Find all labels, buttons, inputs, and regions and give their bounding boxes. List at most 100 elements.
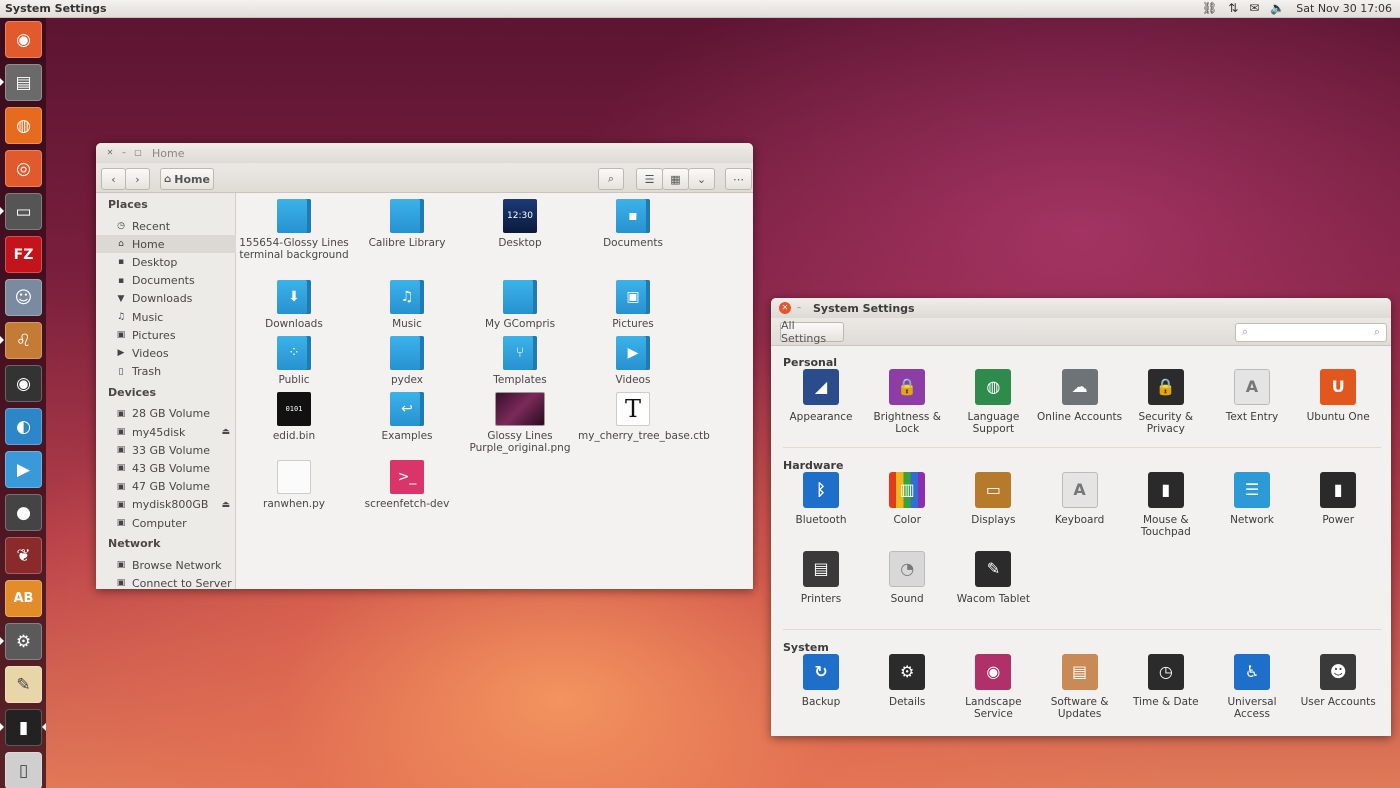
setting-color[interactable]: ▥ Color bbox=[864, 472, 950, 526]
file-item[interactable]: ↩ Examples bbox=[352, 392, 462, 442]
list-view-button[interactable]: ☰ bbox=[636, 168, 663, 190]
setting-keyboard[interactable]: A Keyboard bbox=[1037, 472, 1123, 526]
setting-details[interactable]: ⚙ Details bbox=[864, 654, 950, 708]
setting-appearance[interactable]: ◢ Appearance bbox=[778, 369, 864, 423]
file-item[interactable]: pydex bbox=[352, 336, 462, 386]
launcher-system-monitor[interactable]: ▭ bbox=[5, 193, 42, 230]
launcher-firefox[interactable]: ◍ bbox=[5, 107, 42, 144]
all-settings-button[interactable]: All Settings bbox=[780, 319, 844, 345]
sidebar-item-home[interactable]: ⌂ Home bbox=[96, 235, 236, 254]
minimize-icon[interactable]: – bbox=[793, 302, 805, 314]
setting-displays[interactable]: ▭ Displays bbox=[950, 472, 1036, 526]
launcher-filezilla[interactable]: FZ bbox=[5, 236, 42, 273]
launcher-webcam[interactable]: ● bbox=[5, 494, 42, 531]
sidebar-item-recent[interactable]: ◷ Recent bbox=[96, 217, 236, 235]
sidebar-device-item[interactable]: ▣ mydisk800GB ⏏ bbox=[96, 496, 236, 514]
file-item[interactable]: My GCompris bbox=[465, 280, 575, 330]
sidebar-device-item[interactable]: ▣ 47 GB Volume bbox=[96, 478, 236, 496]
setting-network[interactable]: ☰ Network bbox=[1209, 472, 1295, 526]
clock[interactable]: Sat Nov 30 17:06 bbox=[1296, 2, 1392, 15]
setting-printers[interactable]: ▤ Printers bbox=[778, 551, 864, 605]
file-item[interactable]: ▣ Pictures bbox=[578, 280, 688, 330]
sidebar-item-downloads[interactable]: ▼ Downloads bbox=[96, 290, 236, 308]
location-home-button[interactable]: ⌂ Home bbox=[160, 168, 214, 190]
search-button[interactable]: ⌕ bbox=[598, 168, 624, 190]
eject-icon[interactable]: ⏏ bbox=[221, 500, 230, 510]
setting-user-accounts[interactable]: ☻ User Accounts bbox=[1295, 654, 1381, 708]
system-settings-titlebar[interactable]: ✕ – System Settings bbox=[771, 298, 1391, 318]
setting-brightness-lock[interactable]: 🔒 Brightness & Lock bbox=[864, 369, 950, 435]
setting-wacom-tablet[interactable]: ✎ Wacom Tablet bbox=[950, 551, 1036, 605]
close-icon[interactable]: ✕ bbox=[779, 302, 791, 314]
file-item[interactable]: Tmy_cherry_tree_base.ctb bbox=[578, 392, 710, 442]
setting-online-accounts[interactable]: ☁ Online Accounts bbox=[1037, 369, 1123, 423]
launcher-trash[interactable]: ▯ bbox=[5, 752, 42, 788]
file-item[interactable]: 12:30 Desktop bbox=[465, 199, 575, 249]
launcher-cherry[interactable]: ❦ bbox=[5, 537, 42, 574]
setting-security-privacy[interactable]: 🔒 Security & Privacy bbox=[1123, 369, 1209, 435]
back-button[interactable]: ‹ bbox=[101, 168, 126, 190]
sidebar-device-item[interactable]: ▣ my45disk ⏏ bbox=[96, 423, 236, 441]
sidebar-network-item[interactable]: ▣ Connect to Server bbox=[96, 574, 236, 589]
file-item[interactable]: ▶ Videos bbox=[578, 336, 688, 386]
file-item[interactable]: ⑂ Templates bbox=[465, 336, 575, 386]
sidebar-device-item[interactable]: ▣ 43 GB Volume bbox=[96, 459, 236, 477]
setting-text-entry[interactable]: A Text Entry bbox=[1209, 369, 1295, 423]
sidebar-item-music[interactable]: ♫ Music bbox=[96, 308, 236, 326]
sidebar-item-trash[interactable]: ▯ Trash bbox=[96, 363, 236, 381]
launcher-notes[interactable]: ✎ bbox=[5, 666, 42, 703]
setting-time-date[interactable]: ◷ Time & Date bbox=[1123, 654, 1209, 708]
launcher-dictionary[interactable]: AB bbox=[5, 580, 42, 617]
launcher-files[interactable]: ▤ bbox=[5, 64, 42, 101]
sidebar-device-item[interactable]: ▣ 33 GB Volume bbox=[96, 441, 236, 459]
setting-mouse-touchpad[interactable]: ▮ Mouse & Touchpad bbox=[1123, 472, 1209, 538]
transfer-icon[interactable]: ⇅ bbox=[1228, 1, 1238, 16]
sidebar-item-videos[interactable]: ▶ Videos bbox=[96, 344, 236, 362]
launcher-browser[interactable]: ◐ bbox=[5, 408, 42, 445]
setting-sound[interactable]: ◔ Sound bbox=[864, 551, 950, 605]
setting-power[interactable]: ▮ Power bbox=[1295, 472, 1381, 526]
file-manager-titlebar[interactable]: ✕ – ▢ Home bbox=[96, 143, 753, 163]
setting-landscape-service[interactable]: ◉ Landscape Service bbox=[950, 654, 1036, 720]
setting-ubuntu-one[interactable]: U Ubuntu One bbox=[1295, 369, 1381, 423]
file-item[interactable]: >_ screenfetch-dev bbox=[352, 460, 462, 510]
grid-view-button[interactable]: ▦ bbox=[662, 168, 689, 190]
file-item[interactable]: Glossy Lines Purple_original.png bbox=[465, 392, 575, 454]
file-item[interactable]: 155654-Glossy Lines terminal background bbox=[239, 199, 349, 261]
close-icon[interactable]: ✕ bbox=[104, 147, 116, 159]
file-item[interactable]: ranwhen.py bbox=[239, 460, 349, 510]
file-item[interactable]: ▪ Documents bbox=[578, 199, 688, 249]
setting-software-updates[interactable]: ▤ Software & Updates bbox=[1037, 654, 1123, 720]
setting-language-support[interactable]: ◍ Language Support bbox=[950, 369, 1036, 435]
maximize-icon[interactable]: ▢ bbox=[132, 147, 144, 159]
search-input[interactable]: ⌕ ⌕ bbox=[1235, 323, 1387, 342]
sidebar-device-item[interactable]: ▣ 28 GB Volume bbox=[96, 405, 236, 423]
launcher-ubuntu-software[interactable]: ◎ bbox=[5, 150, 42, 187]
launcher-pidgin[interactable]: ☺ bbox=[5, 279, 42, 316]
clear-search-icon[interactable]: ⌕ bbox=[1374, 325, 1380, 339]
file-item[interactable]: ♫ Music bbox=[352, 280, 462, 330]
sidebar-device-item[interactable]: ▣ Computer bbox=[96, 514, 236, 532]
launcher-media-player[interactable]: ▶ bbox=[5, 451, 42, 488]
setting-bluetooth[interactable]: ᛒ Bluetooth bbox=[778, 472, 864, 526]
minimize-icon[interactable]: – bbox=[118, 147, 130, 159]
launcher-usb-device[interactable]: ▮ bbox=[5, 709, 42, 746]
messaging-icon[interactable]: ✉ bbox=[1249, 1, 1259, 16]
sidebar-item-desktop[interactable]: ▪ Desktop bbox=[96, 253, 236, 271]
launcher-dash-home[interactable]: ◉ bbox=[5, 21, 42, 58]
eject-icon[interactable]: ⏏ bbox=[221, 427, 230, 437]
setting-backup[interactable]: ↻ Backup bbox=[778, 654, 864, 708]
setting-universal-access[interactable]: ♿ Universal Access bbox=[1209, 654, 1295, 720]
sidebar-item-documents[interactable]: ▪ Documents bbox=[96, 272, 236, 290]
volume-icon[interactable]: 🔈 bbox=[1270, 1, 1285, 16]
sidebar-network-item[interactable]: ▣ Browse Network bbox=[96, 556, 236, 574]
view-options-button[interactable]: ⌄ bbox=[688, 168, 715, 190]
launcher-system-settings[interactable]: ⚙ bbox=[5, 623, 42, 660]
file-item[interactable]: Calibre Library bbox=[352, 199, 462, 249]
file-item[interactable]: ⬇ Downloads bbox=[239, 280, 349, 330]
forward-button[interactable]: › bbox=[125, 168, 150, 190]
more-menu-button[interactable]: ⋯ bbox=[725, 168, 752, 190]
launcher-lion-app[interactable]: ♌ bbox=[5, 322, 42, 359]
network-icon[interactable]: ⛓ bbox=[1202, 1, 1217, 16]
file-item[interactable]: 0101 edid.bin bbox=[239, 392, 349, 442]
